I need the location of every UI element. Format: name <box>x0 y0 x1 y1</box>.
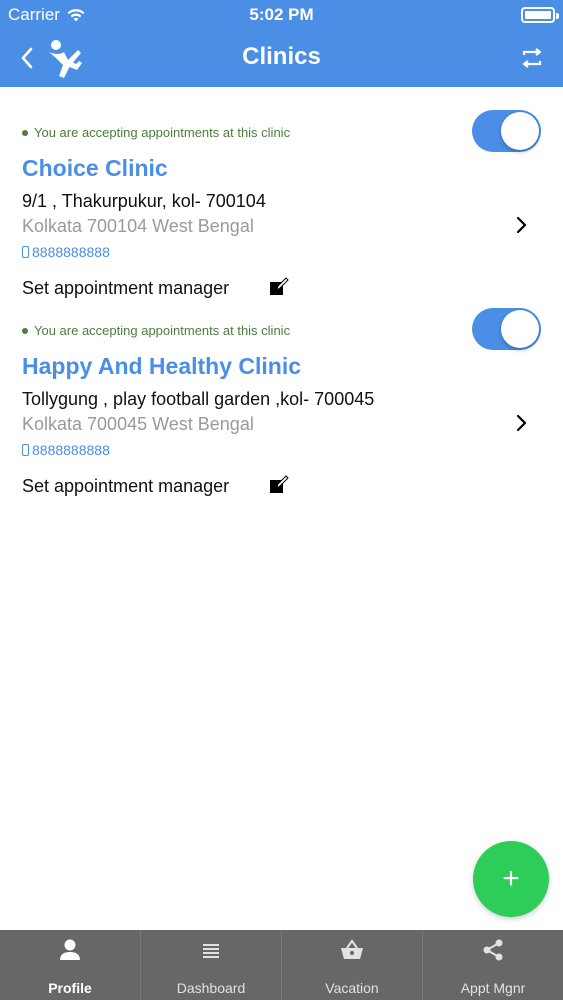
add-clinic-button[interactable]: + <box>473 841 549 917</box>
edit-icon[interactable] <box>269 475 289 495</box>
clinic-phone[interactable]: 8888888888 <box>22 442 110 458</box>
accepting-toggle[interactable] <box>472 110 541 152</box>
clinic-list: You are accepting appointments at this c… <box>0 87 563 496</box>
accepting-status: You are accepting appointments at this c… <box>22 323 290 338</box>
toggle-knob <box>501 310 539 348</box>
basket-icon <box>339 937 365 963</box>
chevron-right-icon[interactable] <box>512 213 532 237</box>
status-text: You are accepting appointments at this c… <box>34 323 291 338</box>
tab-label: Appt Mgnr <box>460 980 526 996</box>
tab-bar: Profile Dashboard Vacation Appt Mgnr <box>0 930 563 1000</box>
accepting-status: You are accepting appointments at this c… <box>22 125 290 140</box>
tab-appt-manager[interactable]: Appt Mgnr <box>423 930 563 1000</box>
clinic-name: Choice Clinic <box>22 155 168 181</box>
person-icon <box>57 937 83 963</box>
plus-icon: + <box>502 862 520 895</box>
clinic-city: Kolkata 700104 West Bengal <box>22 216 254 236</box>
status-time: 5:02 PM <box>249 5 314 24</box>
switch-button[interactable] <box>519 44 545 72</box>
swap-arrows-icon <box>522 48 542 68</box>
status-dot-icon <box>22 129 28 136</box>
clinic-phone-number: 8888888888 <box>32 442 110 458</box>
accepting-toggle[interactable] <box>472 308 541 350</box>
list-icon <box>198 937 224 963</box>
clinic-phone[interactable]: 8888888888 <box>22 244 110 260</box>
status-bar: Carrier 5:02 PM <box>0 0 563 30</box>
tab-vacation[interactable]: Vacation <box>282 930 423 1000</box>
clinic-card[interactable]: You are accepting appointments at this c… <box>0 87 563 298</box>
tab-label: Vacation <box>325 980 379 996</box>
tab-profile[interactable]: Profile <box>0 930 141 1000</box>
clinic-card[interactable]: You are accepting appointments at this c… <box>0 285 563 496</box>
tab-label: Dashboard <box>176 980 246 996</box>
tab-dashboard[interactable]: Dashboard <box>141 930 282 1000</box>
nav-bar: Clinics <box>0 30 563 87</box>
clinic-phone-number: 8888888888 <box>32 244 110 260</box>
clinic-name: Happy And Healthy Clinic <box>22 353 302 379</box>
toggle-knob <box>501 112 539 150</box>
clinic-address: Tollygung , play football garden ,kol- 7… <box>22 389 375 409</box>
phone-icon <box>22 246 29 258</box>
phone-icon <box>22 444 29 456</box>
share-icon <box>480 937 506 963</box>
status-dot-icon <box>22 327 28 334</box>
chevron-right-icon[interactable] <box>512 411 532 435</box>
page-title: Clinics <box>242 43 321 70</box>
set-manager-label[interactable]: Set appointment manager <box>22 476 229 497</box>
status-text: You are accepting appointments at this c… <box>34 125 291 140</box>
clinic-city: Kolkata 700045 West Bengal <box>22 414 254 434</box>
tab-label: Profile <box>48 980 92 996</box>
clinic-address: 9/1 , Thakurpukur, kol- 700104 <box>22 191 266 211</box>
battery-icon <box>521 7 559 23</box>
